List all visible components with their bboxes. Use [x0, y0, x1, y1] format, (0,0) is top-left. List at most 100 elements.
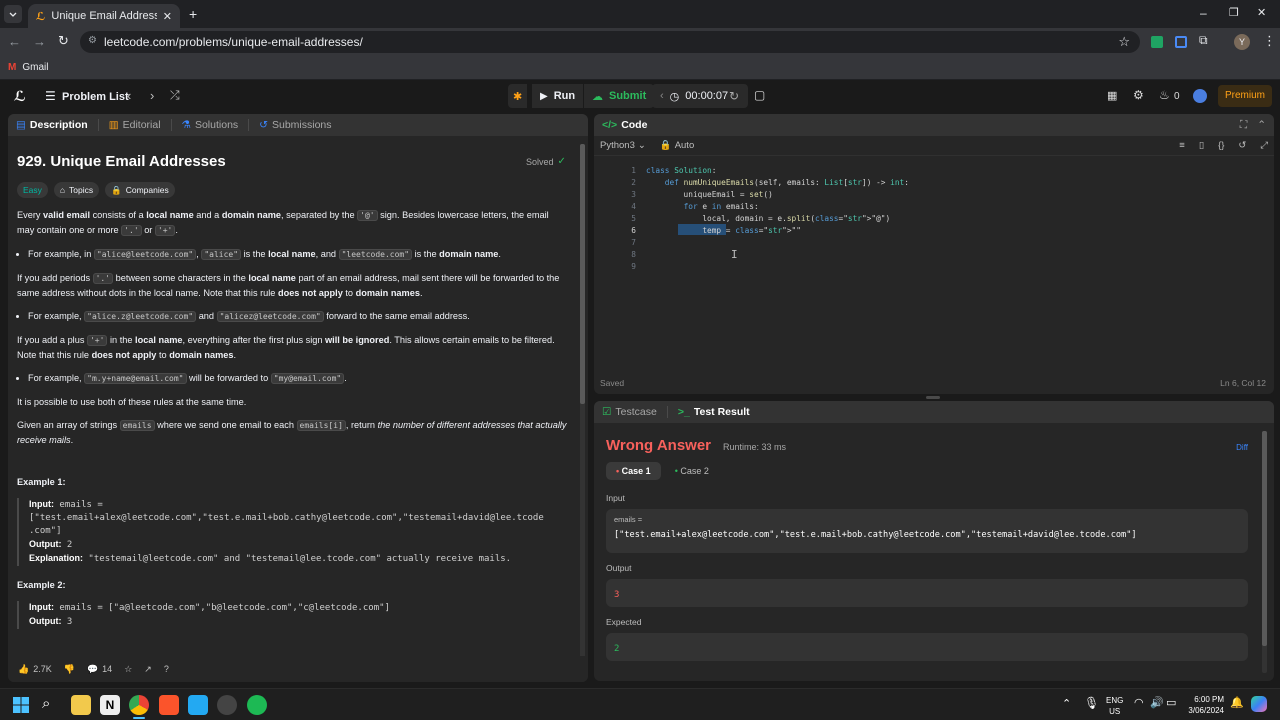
collapse-timer-icon[interactable]: ‹ [660, 90, 664, 102]
comments-button[interactable]: 💬 14 [87, 664, 112, 675]
site-info-icon[interactable]: ⚙ [88, 35, 97, 46]
maximize-icon[interactable]: ❐ [1229, 6, 1239, 19]
problem-list-link[interactable]: Problem List [62, 91, 129, 103]
diff-toggle[interactable]: Diff [1236, 443, 1248, 452]
result-scrollbar[interactable] [1262, 431, 1267, 673]
profile-avatar[interactable]: Y [1234, 34, 1250, 50]
reload-icon[interactable]: ↻ [58, 33, 69, 49]
scrollbar-thumb[interactable] [580, 144, 585, 404]
code-editor[interactable]: 1 2 3 4 5 6 7 8 9 class Solution: def nu… [594, 166, 1274, 386]
search-icon[interactable]: ⌕ [42, 695, 50, 712]
format-icon[interactable]: ≡ [1179, 140, 1185, 151]
user-avatar[interactable] [1193, 89, 1207, 103]
tab-description[interactable]: ▤ Description [16, 119, 88, 131]
notification-bell-icon[interactable]: 🔔 [1230, 696, 1244, 709]
browser-toolbar: ← → ↻ ⚙ leetcode.com/problems/unique-ema… [0, 28, 1280, 56]
clock[interactable]: 6:00 PM 3/06/2024 [1184, 694, 1224, 716]
shuffle-icon[interactable]: ⤮ [170, 88, 180, 103]
bookmark-star-icon[interactable]: ☆ [1118, 34, 1130, 50]
fullscreen-icon[interactable]: ⤢ [1260, 140, 1268, 151]
tab-testcase[interactable]: ☑ Testcase [602, 406, 657, 418]
leetcode-logo-icon[interactable]: ℒ [14, 88, 26, 105]
layout-icon[interactable]: ▦ [1107, 89, 1117, 102]
notes-icon[interactable]: ▢ [754, 88, 765, 102]
tab-submissions[interactable]: ↺ Submissions [259, 119, 331, 131]
submit-button[interactable]: ☁ Submit [584, 84, 655, 108]
case-1-tab[interactable]: • Case 1 [606, 462, 661, 480]
auto-mode[interactable]: 🔒 Auto [660, 140, 694, 151]
share-icon[interactable]: ↗ [144, 664, 152, 675]
case-2-tab[interactable]: • Case 2 [669, 462, 715, 480]
battery-icon[interactable]: ▭ [1166, 696, 1176, 709]
topics-tag[interactable]: ⌂ Topics [53, 182, 100, 198]
line-number: 6 [631, 226, 636, 235]
notion-icon[interactable]: N [100, 695, 120, 715]
copilot-icon[interactable] [1251, 696, 1267, 712]
tray-chevron-icon[interactable]: ⌃ [1062, 697, 1071, 710]
address-bar[interactable]: ⚙ leetcode.com/problems/unique-email-add… [80, 31, 1140, 53]
dislike-icon[interactable]: 👎 [64, 664, 75, 675]
new-tab-icon[interactable]: + [189, 6, 197, 22]
minimize-icon[interactable]: – [1200, 6, 1207, 20]
extension-icon-2[interactable] [1175, 36, 1187, 48]
companies-tag[interactable]: 🔒 Companies [105, 182, 175, 198]
statement-para-4: It is possible to use both of these rule… [17, 397, 247, 407]
difficulty-badge[interactable]: Easy [17, 182, 48, 198]
extension-icon-1[interactable] [1151, 36, 1163, 48]
windows-start-icon[interactable] [13, 697, 29, 713]
code-tab[interactable]: </> Code [602, 119, 647, 131]
next-problem-icon[interactable]: › [150, 88, 154, 103]
bookmark-icon[interactable]: ▯ [1199, 140, 1204, 151]
reset-code-icon[interactable]: ↺ [1238, 140, 1246, 151]
like-button[interactable]: 👍 2.7K [18, 664, 52, 675]
line-number: 9 [631, 262, 636, 271]
browser-tab[interactable]: ℒ Unique Email Addresses - LeetCode ✕ [28, 4, 180, 28]
spotify-icon[interactable] [247, 695, 267, 715]
expand-icon[interactable]: ⛶ [1240, 119, 1247, 132]
input-label: Input [606, 493, 625, 503]
prev-problem-icon[interactable]: ‹ [127, 88, 131, 103]
scrollbar-thumb[interactable] [1262, 431, 1267, 646]
help-icon[interactable]: ? [164, 664, 169, 674]
github-icon[interactable] [217, 695, 237, 715]
language-indicator[interactable]: ENG US [1106, 695, 1123, 717]
debug-button[interactable]: ✱ [508, 84, 528, 108]
microphone-icon[interactable]: 🎙 [1084, 696, 1099, 710]
wifi-icon[interactable]: ◠ [1134, 696, 1144, 709]
forward-icon[interactable]: → [33, 34, 46, 49]
tab-test-result[interactable]: >_ Test Result [678, 406, 750, 418]
favorite-star-icon[interactable]: ☆ [124, 664, 132, 675]
language-select[interactable]: Python3 ⌄ [600, 140, 646, 151]
code-line: def numUniqueEmails(self, emails: List[s… [664, 178, 909, 187]
tab-divider [97, 119, 99, 131]
terminal-icon: >_ [677, 406, 690, 418]
tab-editorial[interactable]: ▥ Editorial [109, 119, 161, 131]
run-button[interactable]: ▶ Run [532, 84, 584, 108]
brave-icon[interactable] [159, 695, 179, 715]
verdict-row: Wrong Answer Runtime: 33 ms Diff [606, 437, 1248, 454]
premium-button[interactable]: Premium [1218, 85, 1272, 107]
browser-menu-icon[interactable]: ⋮ [1263, 33, 1276, 49]
close-window-icon[interactable]: ✕ [1257, 6, 1266, 19]
file-explorer-icon[interactable] [71, 695, 91, 715]
chrome-icon[interactable] [129, 695, 149, 715]
submit-label: Submit [609, 90, 647, 102]
description-scrollbar[interactable] [580, 144, 585, 672]
statement-para-3: If you add a plus '+' in the local name,… [17, 335, 555, 360]
tab-solutions[interactable]: ⚗ Solutions [182, 119, 239, 131]
streak-fire-icon[interactable]: ♨ [1159, 88, 1170, 102]
reset-timer-icon[interactable]: ↻ [729, 89, 739, 103]
vscode-icon[interactable] [188, 695, 208, 715]
bookmark-gmail[interactable]: Gmail [22, 62, 48, 73]
history-icon: ↺ [259, 119, 268, 131]
settings-gear-icon[interactable]: ⚙ [1133, 88, 1144, 102]
panel-resize-handle[interactable] [926, 396, 940, 399]
back-icon[interactable]: ← [8, 34, 21, 49]
braces-icon[interactable]: {} [1218, 140, 1224, 151]
volume-icon[interactable]: 🔊 [1150, 696, 1164, 709]
tab-search-icon[interactable] [4, 5, 22, 23]
close-tab-icon[interactable]: ✕ [163, 10, 172, 23]
extensions-puzzle-icon[interactable]: ⧉ [1199, 33, 1208, 48]
problem-list-icon[interactable]: ☰ [45, 89, 56, 103]
collapse-panel-icon[interactable]: ⌃ [1257, 119, 1266, 131]
